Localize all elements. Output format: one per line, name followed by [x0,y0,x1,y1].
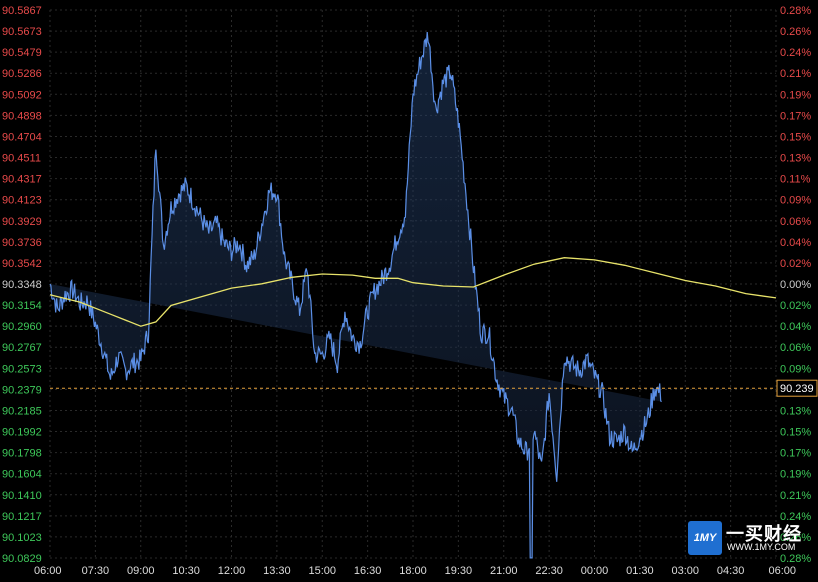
right-tick-label: 0.11% [780,174,811,186]
right-tick-label: 0.04% [780,321,811,333]
right-tick-label: 0.06% [780,342,811,354]
left-tick-label: 90.2185 [2,405,42,417]
left-tick-label: 90.1604 [2,469,42,481]
x-tick-label: 15:00 [308,565,336,577]
left-tick-label: 90.4123 [2,195,42,207]
chart: 90.5867 90.5673 90.5479 90.5286 90.5092 90.48… [0,0,818,577]
left-tick-label: 90.2573 [2,363,42,375]
left-tick-label: 90.4704 [2,131,42,143]
x-tick-label: 09:00 [127,565,155,577]
price-chart-svg: 90.5867 90.5673 90.5479 90.5286 90.5092 90.48… [2,5,818,577]
x-tick-label: 19:30 [445,565,473,577]
right-tick-label: 0.21% [780,68,811,80]
left-tick-label: 90.5092 [2,89,42,101]
x-tick-label: 10:30 [172,565,200,577]
left-tick-label: 90.3542 [2,258,42,270]
x-tick-label: 21:00 [490,565,518,577]
right-tick-label: 0.09% [780,363,811,375]
right-tick-label: 0.02% [780,300,811,312]
x-tick-label: 01:30 [626,565,654,577]
left-tick-label: 90.1023 [2,532,42,544]
right-tick-label: 0.26% [780,26,811,38]
x-tick-label: 13:30 [263,565,291,577]
left-tick-label: 90.2767 [2,342,42,354]
right-tick-label: 0.15% [780,427,811,439]
right-tick-label: 0.00% [780,279,811,291]
brand-logo: 1MY 一买财经 WWW.1MY.COM [688,520,813,558]
right-tick-label: 0.19% [780,89,811,101]
right-tick-label: 0.04% [780,237,811,249]
left-tick-label: 90.5286 [2,68,42,80]
right-tick-label: 0.21% [780,490,811,502]
right-tick-label: 0.17% [780,110,811,122]
left-tick-label: 90.1992 [2,427,42,439]
logo-url: WWW.1MY.COM [727,542,796,552]
x-tick-label: 18:00 [399,565,427,577]
x-tick-label: 06:00 [34,565,62,577]
left-tick-label: 90.2960 [2,321,42,333]
left-tick-label: 90.3929 [2,216,42,228]
x-tick-label: 00:00 [581,565,609,577]
last-price-marker: 90.239 [50,379,818,397]
left-tick-label: 90.4511 [2,153,41,165]
logo-icon: 1MY [688,521,722,555]
right-tick-label: 0.28% [780,5,811,17]
left-tick-label: 90.1217 [2,511,42,523]
x-tick-label: 22:30 [535,565,563,577]
x-tick-label: 04:30 [717,565,745,577]
left-tick-label: 90.2379 [2,384,42,396]
left-tick-label: 90.0829 [2,553,42,565]
right-tick-label: 0.13% [780,405,811,417]
x-tick-label: 06:00 [768,565,796,577]
price-area [50,32,662,558]
left-tick-label: 90.5479 [2,47,42,59]
x-tick-label: 03:00 [671,565,699,577]
left-tick-label: 90.1798 [2,448,42,460]
right-tick-label: 0.15% [780,131,811,143]
right-tick-label: 0.06% [780,216,811,228]
left-tick-label: 90.4317 [2,174,42,186]
right-tick-label: 0.17% [780,448,811,460]
right-tick-label: 0.09% [780,195,811,207]
left-tick-label: 90.3348 [2,279,42,291]
right-tick-label: 0.24% [780,47,811,59]
last-price-label: 90.239 [780,383,814,395]
right-axis: 0.28% 0.26% 0.24% 0.21% 0.19% 0.17% 0.15% 0.13%… [780,5,811,565]
price-line [49,31,662,559]
x-tick-label: 07:30 [82,565,110,577]
x-tick-label: 12:00 [218,565,246,577]
left-tick-label: 90.5673 [2,26,42,38]
x-tick-label: 16:30 [354,565,382,577]
left-tick-label: 90.1410 [2,490,42,502]
right-tick-label: 0.02% [780,258,811,270]
left-tick-label: 90.3154 [2,300,42,312]
time-axis: 06:00 07:30 09:00 10:30 12:00 13:30 15:00 16:30… [34,565,796,577]
right-tick-label: 0.19% [780,469,811,481]
right-tick-label: 0.13% [780,153,811,165]
left-tick-label: 90.4898 [2,110,42,122]
left-tick-label: 90.3736 [2,237,42,249]
series-group [49,31,777,559]
left-axis: 90.5867 90.5673 90.5479 90.5286 90.5092 90.48… [2,5,42,565]
left-tick-label: 90.5867 [2,5,42,17]
